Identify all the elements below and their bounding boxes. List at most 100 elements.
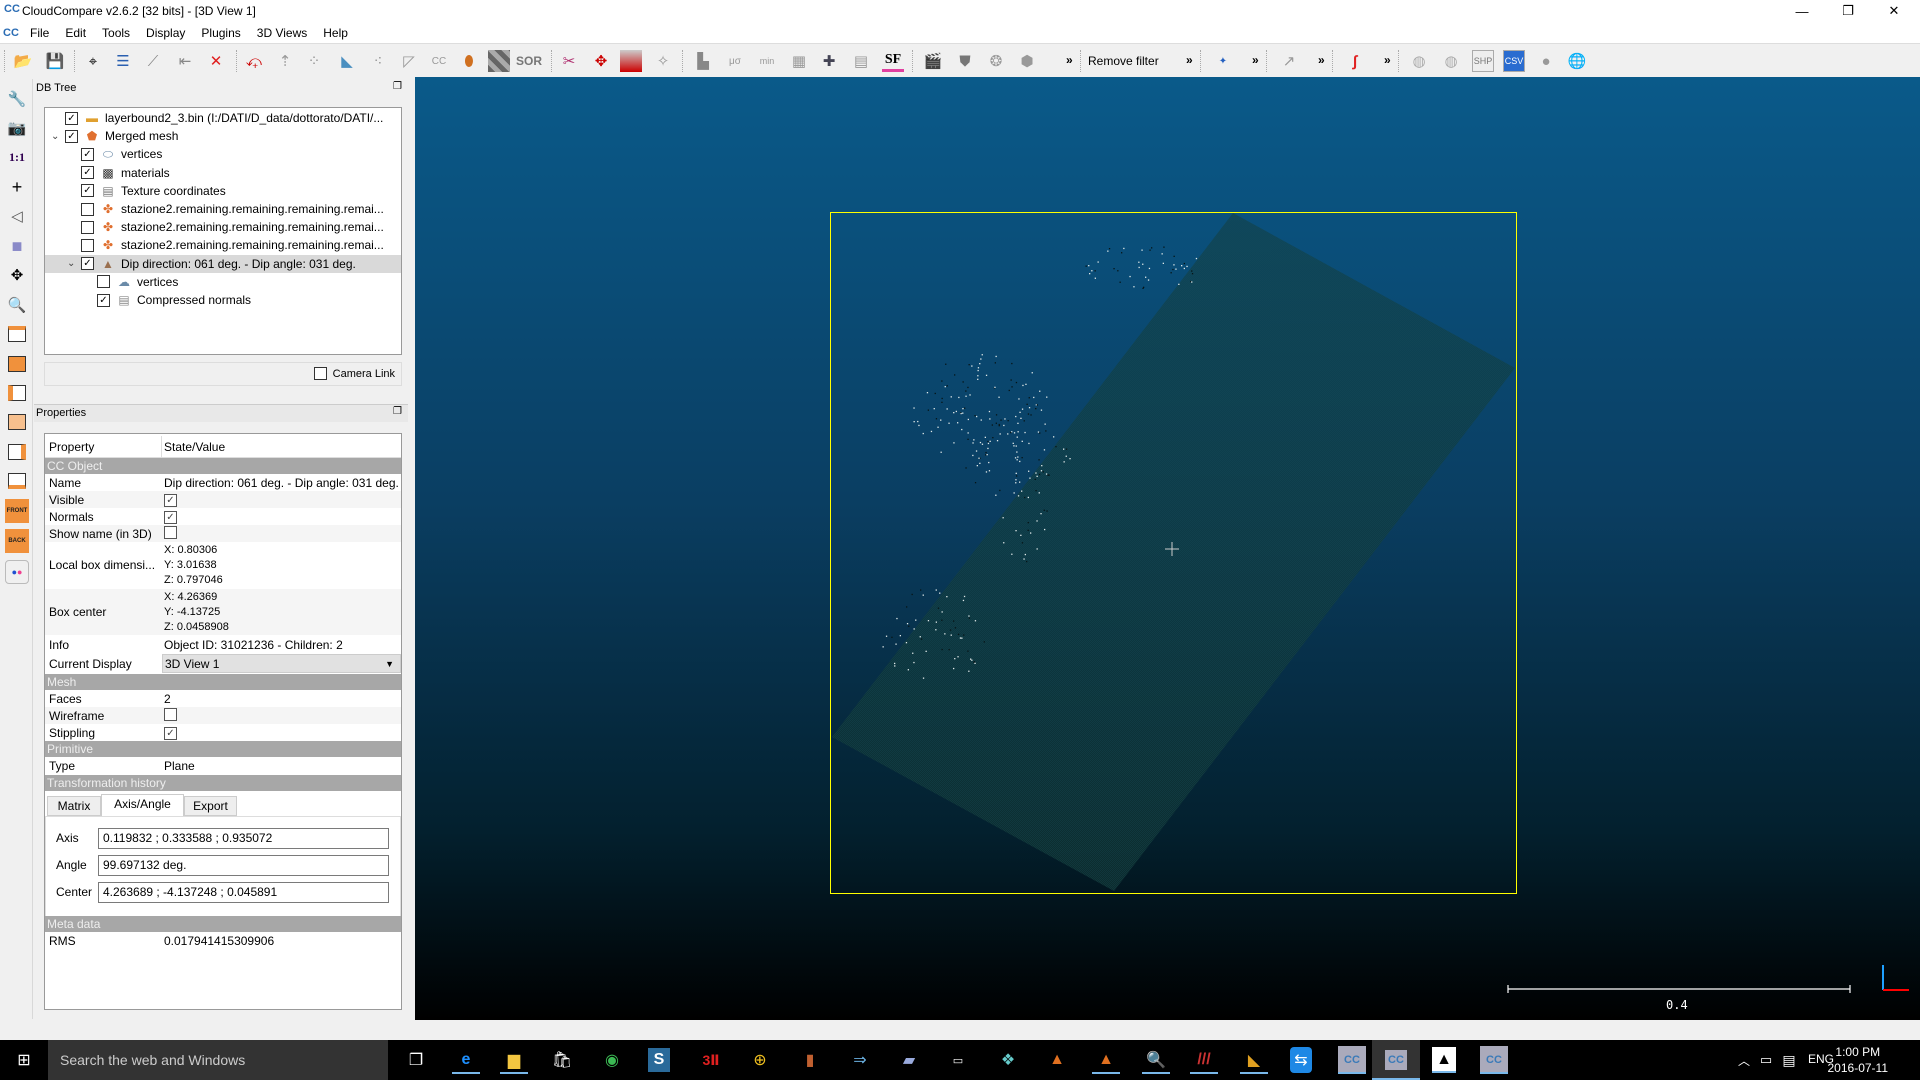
close-button[interactable]: ✕ [1871,0,1917,22]
show-name-checkbox[interactable] [164,526,177,539]
col-value[interactable]: State/Value [162,440,225,454]
bottom-view-icon[interactable] [5,469,29,493]
calculator-icon[interactable]: ▤ [850,50,872,72]
perspective-icon[interactable]: ◁ [5,204,29,228]
list-icon[interactable]: ☰ [112,50,134,72]
csv-export-icon[interactable]: CSV [1503,50,1525,72]
toolbar-more-4[interactable]: » [1318,53,1325,67]
windows-start-icon[interactable]: ⊞ [10,1046,38,1074]
restore-button[interactable]: ❐ [1825,0,1871,22]
normals-checkbox[interactable]: ✓ [164,511,177,524]
tree-item[interactable]: ⌄✓▲Dip direction: 061 deg. - Dip angle: … [45,255,401,273]
globe-app-icon[interactable]: ⊕ [746,1046,774,1074]
bottle-icon[interactable]: ⬮ [458,50,480,72]
expand-chevron-icon[interactable]: ⌄ [51,131,65,142]
normals-tool-icon[interactable]: ⇡ [274,50,296,72]
tree-item[interactable]: ✤stazione2.remaining.remaining.remaining… [45,218,401,236]
file-explorer-icon[interactable]: ▆ [500,1046,528,1074]
minimize-button[interactable]: — [1779,0,1825,22]
tree-item[interactable]: ✓▤Compressed normals [45,291,401,309]
store-icon[interactable]: 🛍 [548,1046,576,1074]
app-3d-icon[interactable]: 3Ⅱ [697,1046,725,1074]
animation-icon[interactable]: 🎬 [922,50,944,72]
tree-item[interactable]: ✓▬layerbound2_3.bin (I:/DATI/D_data/dott… [45,109,401,127]
toolbar-more-2[interactable]: » [1186,53,1193,67]
tab-axis-angle[interactable]: Axis/Angle [101,794,184,816]
kd-tree-icon[interactable]: ◍ [1408,50,1430,72]
m3c2-icon[interactable]: ↗ [1278,50,1300,72]
tree-item-checkbox[interactable] [81,239,94,252]
fast-marching-icon[interactable]: ◍ [1440,50,1462,72]
3d-view[interactable]: 0.4 [415,77,1920,1020]
tree-item-checkbox[interactable]: ✓ [81,148,94,161]
lights-icon[interactable]: ■ [5,234,29,258]
tree-item[interactable]: ✓⬭vertices [45,145,401,163]
camera-link-check[interactable] [314,367,327,380]
cloudcompare-2-icon[interactable]: CC [1372,1040,1420,1080]
tab-export[interactable]: Export [184,796,237,816]
add-sf-icon[interactable]: ✚ [818,50,840,72]
notifications-icon[interactable]: ▤ [1775,1046,1803,1074]
hrr-icon[interactable]: ❂ [985,50,1007,72]
camera-link-checkbox[interactable]: Camera Link [314,367,395,380]
app-book-icon[interactable]: ▮ [796,1046,824,1074]
checker-icon[interactable] [488,50,510,72]
tree-item[interactable]: ✓▤Texture coordinates [45,182,401,200]
menu-display[interactable]: Display [138,26,193,40]
sor-filter-icon[interactable]: SOR [518,50,540,72]
zoom-1to1-button[interactable]: 1:1 [5,145,29,169]
center-field[interactable]: 4.263689 ; -4.137248 ; 0.045891 [98,882,389,903]
stippling-checkbox[interactable]: ✓ [164,727,177,740]
app-s-icon[interactable]: S [648,1048,670,1072]
back-iso-view-button[interactable]: BACK [5,529,29,553]
tree-item-checkbox[interactable] [97,275,110,288]
photos-icon[interactable]: ▲ [1432,1047,1456,1073]
filter-by-value-icon[interactable]: min [756,50,778,72]
clock[interactable]: 1:00 PM 2016-07-11 [1828,1044,1889,1076]
stereo-icon[interactable]: ●● [5,560,29,584]
menu-3d-views[interactable]: 3D Views [249,26,315,40]
menu-plugins[interactable]: Plugins [193,26,248,40]
front-view-icon[interactable] [5,352,29,376]
menu-edit[interactable]: Edit [57,26,94,40]
zoom-icon[interactable]: 🔍 [5,293,29,317]
save-icon[interactable]: 💾 [44,50,66,72]
tree-item[interactable]: ☁vertices [45,273,401,291]
tree-item[interactable]: ✤stazione2.remaining.remaining.remaining… [45,200,401,218]
col-property[interactable]: Property [45,436,162,458]
right-view-icon[interactable] [5,440,29,464]
globe-icon[interactable]: 🌐 [1566,50,1588,72]
cmd-icon[interactable]: ▭ [944,1046,972,1074]
sphere-icon[interactable]: ● [1535,50,1557,72]
tree-item[interactable]: ⌄✓⬟Merged mesh [45,127,401,145]
pick-rotation-center-icon[interactable]: ⌖ [82,50,104,72]
app-transfer-icon[interactable]: ⇒ [846,1046,874,1074]
toolbar-more-3[interactable]: » [1252,53,1259,67]
tree-item-checkbox[interactable]: ✓ [81,166,94,179]
distance-icon[interactable]: ◸ [398,50,420,72]
merge-icon[interactable]: ⇤ [174,50,196,72]
angle-field[interactable]: 99.697132 deg. [98,855,389,876]
chrome-icon[interactable]: ◉ [598,1046,626,1074]
cross-section-icon[interactable] [620,50,642,72]
tree-item-checkbox[interactable]: ✓ [65,112,78,125]
front-iso-view-button[interactable]: FRONT [5,499,29,523]
menu-file[interactable]: File [22,26,57,40]
sf-colorscale-icon[interactable]: SF [882,50,904,72]
current-display-select[interactable]: 3D View 1 ▼ [162,654,401,673]
register-icon[interactable]: ⤽ [243,50,265,72]
expand-chevron-icon[interactable]: ⌄ [67,258,81,269]
camera-icon[interactable]: 📷 [5,116,29,140]
undock-icon[interactable]: ❐ [393,406,402,417]
visible-checkbox[interactable]: ✓ [164,494,177,507]
toolbar-more-5[interactable]: » [1384,53,1391,67]
sf-arithmetic-icon[interactable]: ▦ [788,50,810,72]
interaction-mode-icon[interactable]: ✥ [5,263,29,287]
menu-tools[interactable]: Tools [94,26,138,40]
app-triangle-icon[interactable]: ◣ [1240,1046,1268,1074]
tree-item[interactable]: ✤stazione2.remaining.remaining.remaining… [45,236,401,254]
matlab-2-icon[interactable]: ▲ [1092,1046,1120,1074]
db-tree[interactable]: ✓▬layerbound2_3.bin (I:/DATI/D_data/dott… [44,107,402,355]
shp-export-icon[interactable]: SHP [1472,50,1494,72]
search-app-icon[interactable]: 🔍 [1142,1046,1170,1074]
